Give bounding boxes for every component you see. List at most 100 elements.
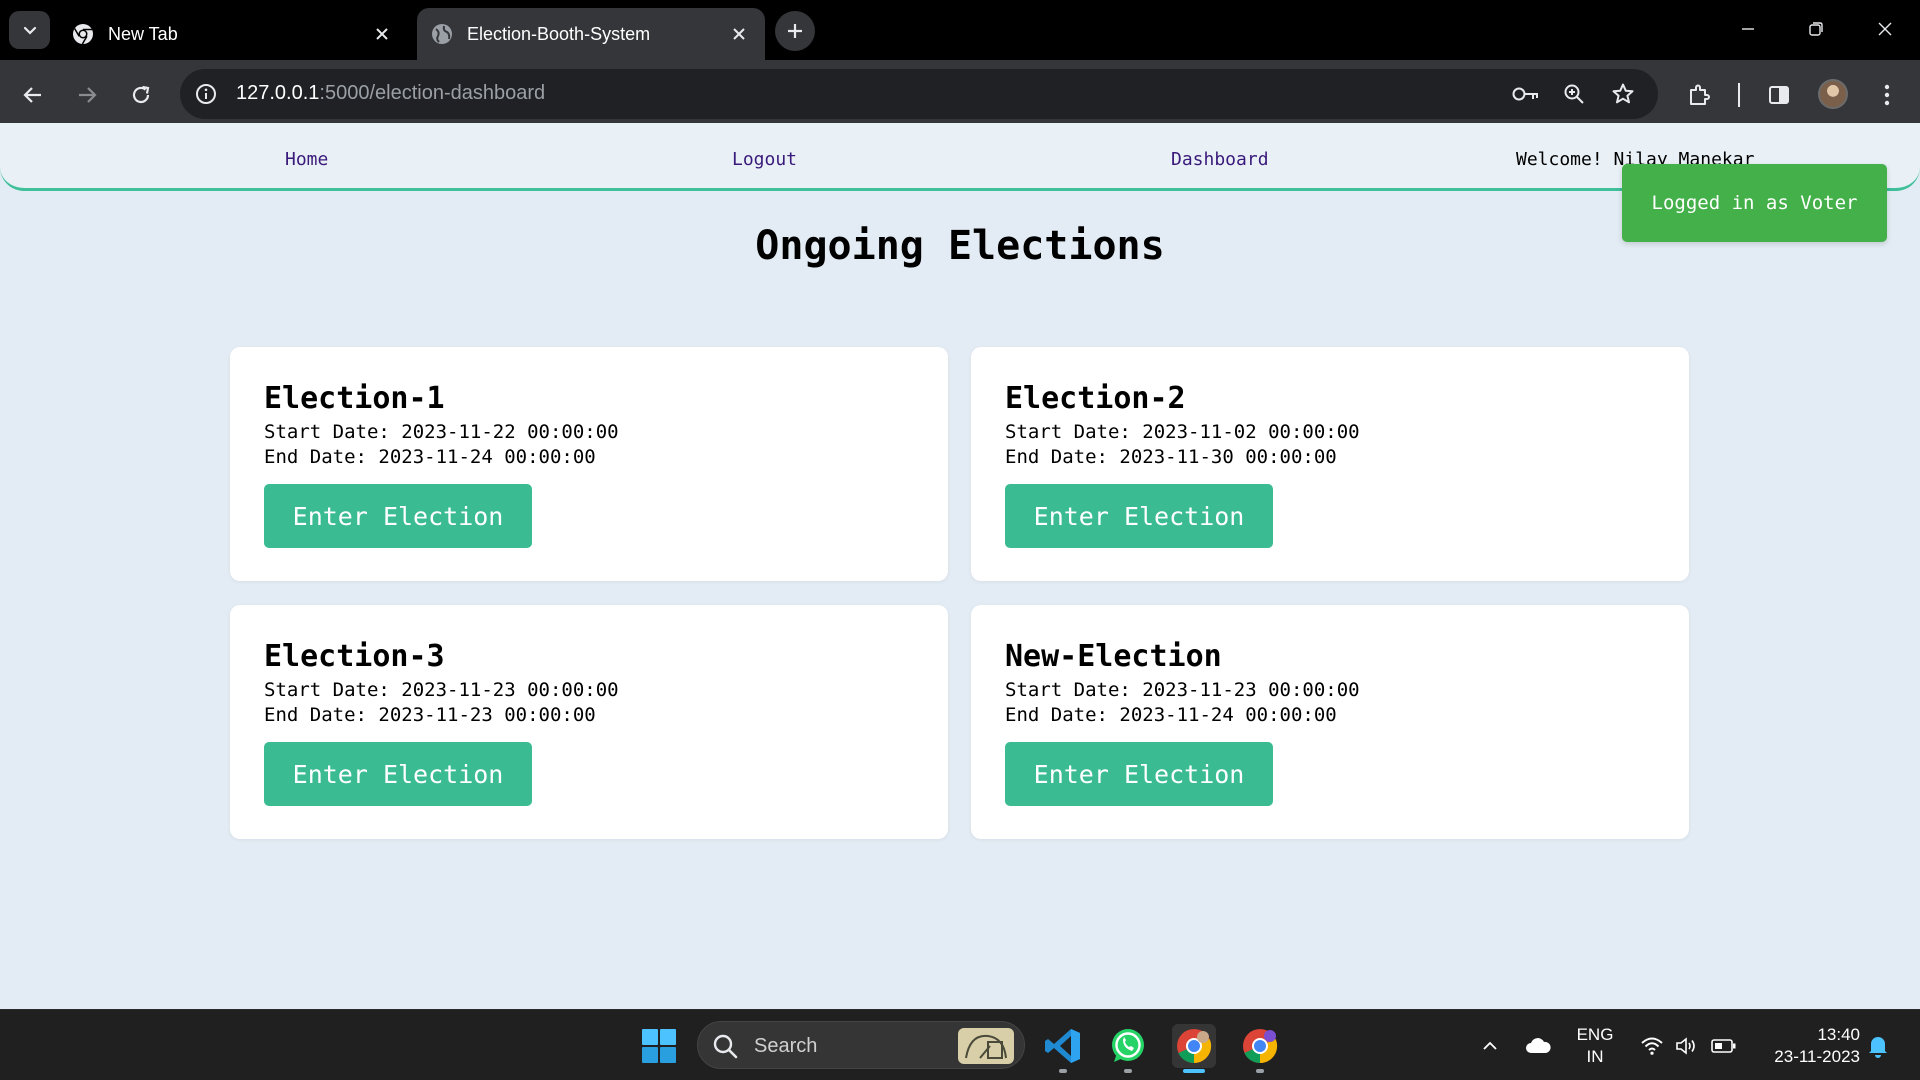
page-content: Home Logout Dashboard Welcome! Nilay Man… (0, 123, 1920, 1009)
close-icon (1878, 22, 1892, 36)
key-icon (1512, 87, 1538, 101)
tab-new-tab[interactable]: New Tab (58, 8, 408, 60)
minimize-button[interactable] (1733, 14, 1763, 44)
profile-avatar[interactable] (1818, 79, 1848, 109)
enter-election-button[interactable]: Enter Election (264, 742, 532, 806)
side-panel-button[interactable] (1762, 78, 1796, 112)
password-key-button[interactable] (1512, 80, 1540, 108)
close-tab-button[interactable] (370, 22, 394, 46)
windows-start-icon (642, 1029, 676, 1063)
browser-toolbar: 127.0.0.1:5000/election-dashboard (0, 60, 1920, 130)
back-icon (23, 87, 41, 103)
clock-date: 23-11-2023 (1774, 1047, 1860, 1066)
active-indicator (1183, 1069, 1205, 1073)
clock-time: 13:40 (1817, 1025, 1860, 1044)
bell-icon (1869, 1037, 1887, 1058)
election-end-date: End Date: 2023-11-23 00:00:00 (264, 704, 596, 726)
show-hidden-icons-button[interactable] (1476, 1032, 1504, 1060)
reload-icon (132, 85, 150, 104)
election-start-date: Start Date: 2023-11-02 00:00:00 (1005, 421, 1360, 443)
reload-button[interactable] (124, 78, 158, 112)
volume-icon (1676, 1037, 1695, 1055)
restore-button[interactable] (1801, 14, 1831, 44)
page-title: Ongoing Elections (755, 223, 1165, 269)
taskbar-chrome-active[interactable] (1172, 1024, 1216, 1068)
input-language[interactable]: ENG IN (1575, 1024, 1615, 1068)
running-indicator (1124, 1069, 1132, 1073)
plus-icon (788, 24, 802, 38)
extensions-button[interactable] (1682, 78, 1716, 112)
close-icon (733, 28, 745, 40)
network-button[interactable] (1638, 1032, 1666, 1060)
election-start-date: Start Date: 2023-11-22 00:00:00 (264, 421, 619, 443)
enter-election-button[interactable]: Enter Election (1005, 484, 1273, 548)
toolbar-separator (1738, 83, 1740, 107)
whatsapp-icon (1112, 1029, 1144, 1062)
vscode-icon (1045, 1029, 1080, 1063)
browser-tab-bar: New Tab Election-Booth-System (0, 0, 1920, 60)
taskbar-clock[interactable]: 13:40 23-11-2023 (1752, 1024, 1860, 1068)
running-indicator (1256, 1069, 1264, 1073)
running-indicator (1059, 1069, 1067, 1073)
windows-taskbar: Search ENG IN 13:40 23-11-2023 (0, 1009, 1920, 1080)
taskbar-vscode[interactable] (1041, 1024, 1085, 1068)
nav-logout-link[interactable]: Logout (732, 149, 797, 170)
election-end-date: End Date: 2023-11-24 00:00:00 (1005, 704, 1337, 726)
chevron-up-icon (1483, 1041, 1497, 1050)
onedrive-button[interactable] (1524, 1032, 1552, 1060)
menu-icon (1884, 84, 1890, 106)
side-panel-icon (1769, 86, 1789, 104)
close-tab-button[interactable] (727, 22, 751, 46)
tab-title: New Tab (108, 23, 178, 44)
election-name: Election-1 (264, 381, 445, 416)
region-code: IN (1586, 1047, 1604, 1066)
election-name: New-Election (1005, 639, 1222, 674)
new-tab-button[interactable] (775, 11, 815, 51)
election-name: Election-2 (1005, 381, 1186, 416)
back-button[interactable] (16, 78, 50, 112)
election-card: Election-3 Start Date: 2023-11-23 00:00:… (230, 605, 948, 839)
election-card: Election-2 Start Date: 2023-11-02 00:00:… (971, 347, 1689, 581)
taskbar-chrome-profile[interactable] (1238, 1024, 1282, 1068)
close-window-button[interactable] (1870, 14, 1900, 44)
tab-election-booth-system[interactable]: Election-Booth-System (417, 8, 765, 60)
battery-icon (1711, 1039, 1736, 1053)
star-icon (1612, 83, 1634, 104)
forward-icon (79, 87, 97, 103)
enter-election-button[interactable]: Enter Election (264, 484, 532, 548)
wifi-icon (1641, 1037, 1663, 1055)
nav-dashboard-link[interactable]: Dashboard (1171, 149, 1269, 170)
address-bar[interactable]: 127.0.0.1:5000/election-dashboard (180, 69, 1658, 119)
enter-election-button[interactable]: Enter Election (1005, 742, 1273, 806)
tab-title: Election-Booth-System (467, 23, 651, 44)
chrome-icon (73, 24, 93, 45)
browser-menu-button[interactable] (1870, 78, 1904, 112)
url-path: :5000/election-dashboard (319, 82, 546, 104)
url-text[interactable]: 127.0.0.1:5000/election-dashboard (236, 82, 545, 105)
zoom-button[interactable] (1560, 80, 1588, 108)
forward-button[interactable] (70, 78, 104, 112)
volume-button[interactable] (1673, 1032, 1701, 1060)
chevron-down-icon (23, 26, 36, 35)
election-end-date: End Date: 2023-11-30 00:00:00 (1005, 446, 1337, 468)
search-highlight-image (958, 1028, 1014, 1064)
tab-search-button[interactable] (9, 11, 50, 49)
bookmark-button[interactable] (1609, 80, 1637, 108)
battery-button[interactable] (1710, 1032, 1738, 1060)
site-info-button[interactable] (192, 80, 220, 108)
url-host: 127.0.0.1 (236, 82, 320, 104)
nav-home-link[interactable]: Home (285, 149, 328, 170)
chrome-icon (1177, 1029, 1212, 1064)
taskbar-whatsapp[interactable] (1106, 1024, 1150, 1068)
election-card: New-Election Start Date: 2023-11-23 00:0… (971, 605, 1689, 839)
election-start-date: Start Date: 2023-11-23 00:00:00 (264, 679, 619, 701)
taskbar-search-box[interactable]: Search (697, 1021, 1025, 1069)
info-icon (196, 84, 216, 104)
notifications-button[interactable] (1864, 1032, 1892, 1060)
globe-icon (432, 24, 452, 44)
close-icon (376, 28, 388, 40)
election-start-date: Start Date: 2023-11-23 00:00:00 (1005, 679, 1360, 701)
start-button[interactable] (637, 1024, 681, 1068)
restore-icon (1809, 22, 1823, 36)
election-name: Election-3 (264, 639, 445, 674)
